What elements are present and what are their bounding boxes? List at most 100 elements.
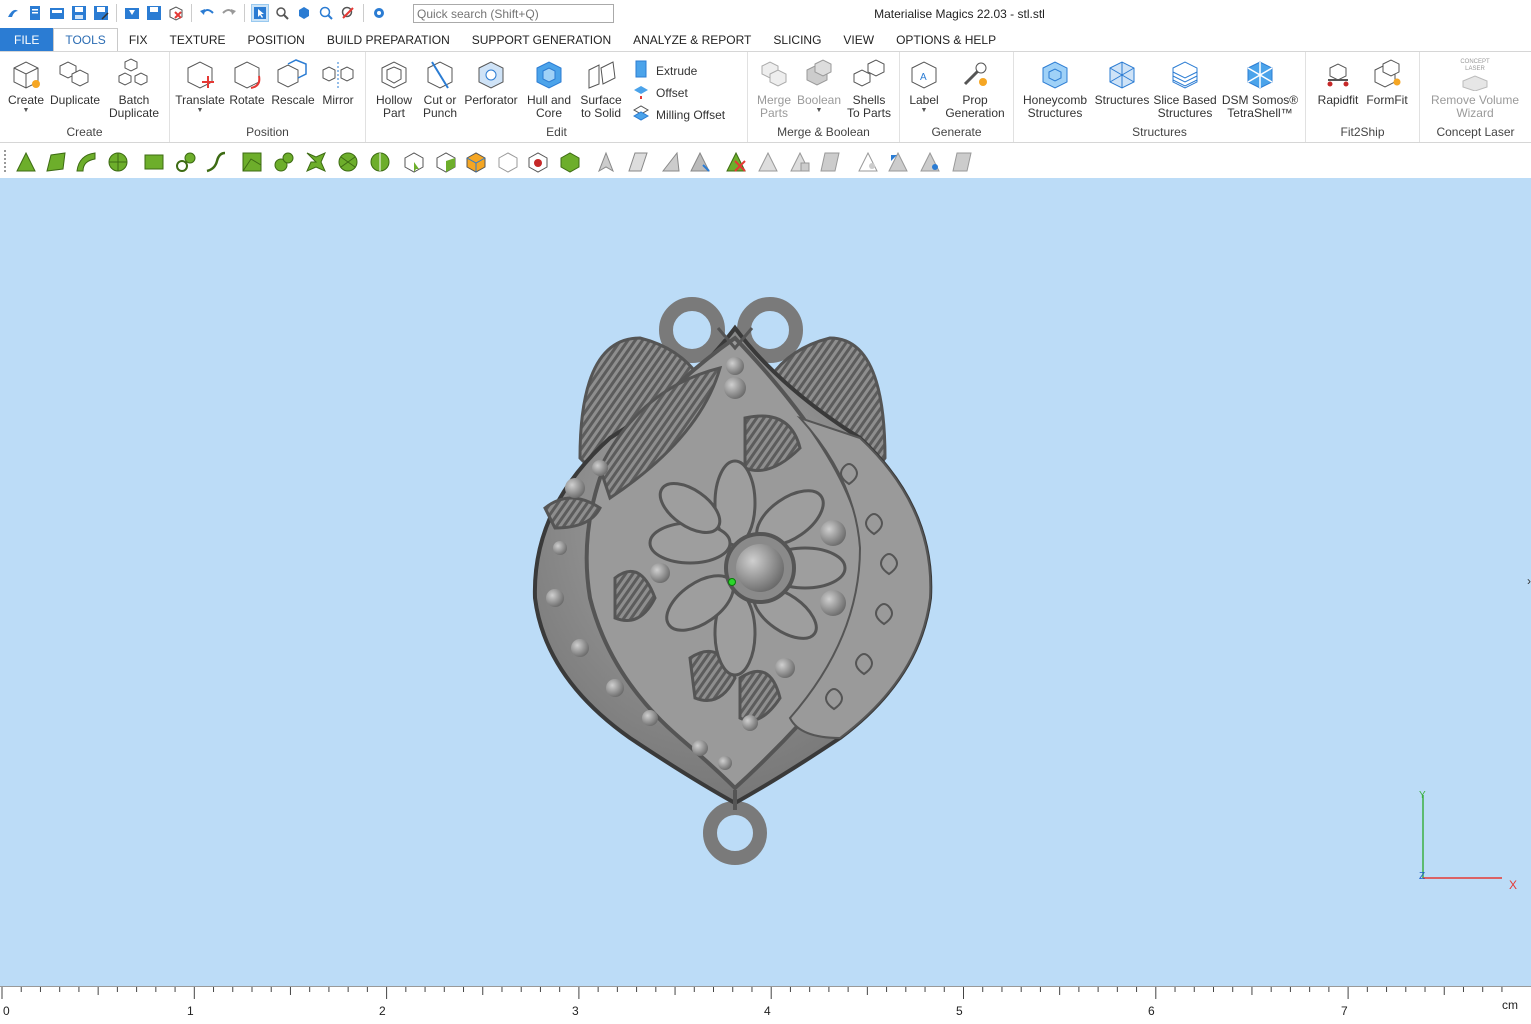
unmark-plane-icon[interactable] — [788, 150, 812, 174]
select-red-cube-icon[interactable] — [526, 150, 550, 174]
hull-and-core-button[interactable]: Hull and Core — [522, 56, 576, 120]
tetrashell-icon — [1242, 56, 1278, 94]
duplicate-icon — [57, 56, 93, 94]
mark-window-icon[interactable] — [142, 150, 166, 174]
toolbar-grip[interactable] — [4, 150, 7, 172]
ribbon-panel: Create ▼ Duplicate Batch Duplicate Creat… — [0, 51, 1531, 143]
mark-connected-icon[interactable] — [272, 150, 296, 174]
shells-to-parts-button[interactable]: Shells To Parts — [844, 56, 894, 120]
delete-support-icon[interactable] — [724, 150, 748, 174]
offset-button[interactable]: Offset — [632, 82, 688, 103]
ruler-label: 1 — [187, 1004, 194, 1018]
group-concept-laser: CONCEPT LASER Remove Volume Wizard Conce… — [1420, 52, 1531, 142]
invert-marking-icon[interactable] — [856, 150, 880, 174]
translate-button[interactable]: Translate ▼ — [175, 56, 225, 115]
honeycomb-structures-button[interactable]: Honeycomb Structures — [1022, 56, 1088, 120]
mark-all-icon[interactable] — [950, 150, 974, 174]
mark-surface-icon[interactable] — [74, 150, 98, 174]
axis-label-z: Z — [1419, 871, 1426, 882]
tab-file[interactable]: FILE — [0, 28, 54, 52]
prop-generation-button[interactable]: Prop Generation — [944, 56, 1006, 120]
rescale-button[interactable]: Rescale — [270, 56, 316, 107]
milling-offset-button[interactable]: Milling Offset — [632, 104, 725, 125]
dropdown-arrow-icon: ▼ — [815, 107, 823, 114]
support-point-icon[interactable] — [594, 150, 618, 174]
slice-based-structures-icon — [1167, 56, 1203, 94]
mark-curve-icon[interactable] — [204, 150, 228, 174]
tab-analyze-report[interactable]: ANALYZE & REPORT — [622, 28, 762, 52]
label-button[interactable]: A Label ▼ — [904, 56, 944, 115]
mark-area-icon[interactable] — [240, 150, 264, 174]
boolean-button[interactable]: Boolean ▼ — [796, 56, 842, 115]
axis-label-x: X — [1509, 878, 1518, 892]
ruler-label: 6 — [1148, 1004, 1155, 1018]
prop-generation-icon — [957, 56, 993, 94]
support-area-icon[interactable] — [658, 150, 682, 174]
support-tree-icon[interactable] — [688, 150, 712, 174]
group-structures: Honeycomb Structures Structures Slice Ba… — [1014, 52, 1306, 142]
boolean-icon — [801, 56, 837, 94]
formfit-button[interactable]: FormFit — [1364, 56, 1410, 107]
mark-contour-icon[interactable] — [174, 150, 198, 174]
mark-shell-icon[interactable] — [106, 150, 130, 174]
duplicate-button[interactable]: Duplicate — [48, 56, 102, 107]
mirror-button[interactable]: Mirror — [318, 56, 358, 107]
tab-options-help[interactable]: OPTIONS & HELP — [885, 28, 1007, 52]
title-bar: Materialise Magics 22.03 - stl.stl — [0, 0, 1531, 27]
group-label-fit2ship: Fit2Ship — [1340, 125, 1385, 139]
perforator-button[interactable]: Perforator — [464, 56, 518, 107]
group-label-generate: Generate — [931, 125, 982, 139]
slice-based-structures-button[interactable]: Slice Based Structures — [1152, 56, 1218, 120]
structures-icon — [1104, 56, 1140, 94]
mark-sphere-icon[interactable] — [336, 150, 360, 174]
cut-or-punch-button[interactable]: Cut or Punch — [418, 56, 462, 120]
extrude-button[interactable]: Extrude — [632, 60, 697, 81]
shrink-marking-icon[interactable] — [918, 150, 942, 174]
surface-to-solid-icon — [583, 56, 619, 94]
unmark-triangle-icon[interactable] — [756, 150, 780, 174]
3d-viewport[interactable]: Y X Z › — [0, 178, 1531, 986]
select-green-cube-icon[interactable] — [558, 150, 582, 174]
select-box-icon[interactable] — [434, 150, 458, 174]
dropdown-arrow-icon: ▼ — [22, 107, 30, 114]
mark-toolbar — [0, 144, 1531, 178]
pendant-model[interactable] — [0, 178, 1531, 986]
mark-plane-icon[interactable] — [44, 150, 68, 174]
tab-support-generation[interactable]: SUPPORT GENERATION — [461, 28, 622, 52]
select-gray-cube-icon[interactable] — [496, 150, 520, 174]
mark-multiple-icon[interactable] — [304, 150, 328, 174]
group-generate: A Label ▼ Prop Generation Generate — [900, 52, 1014, 142]
create-icon — [8, 56, 44, 94]
dsm-somos-tetrashell-button[interactable]: DSM Somos® TetraShell™ — [1220, 56, 1300, 120]
tab-build-preparation[interactable]: BUILD PREPARATION — [316, 28, 461, 52]
tab-view[interactable]: VIEW — [832, 28, 885, 52]
rotate-button[interactable]: Rotate — [226, 56, 268, 107]
structures-button[interactable]: Structures — [1094, 56, 1150, 107]
shells-to-parts-icon — [851, 56, 887, 94]
create-button[interactable]: Create ▼ — [6, 56, 46, 115]
remove-volume-wizard-button[interactable]: CONCEPT LASER Remove Volume Wizard — [1424, 56, 1526, 120]
rapidfit-button[interactable]: Rapidfit — [1314, 56, 1362, 107]
tab-tools[interactable]: TOOLS — [53, 28, 118, 52]
select-part-cube-icon[interactable] — [402, 150, 426, 174]
unmark-surface-icon[interactable] — [818, 150, 842, 174]
mark-triangle-icon[interactable] — [14, 150, 38, 174]
batch-duplicate-button[interactable]: Batch Duplicate — [106, 56, 162, 120]
select-orange-cube-icon[interactable] — [464, 150, 488, 174]
ruler: 0 1 2 3 4 5 6 7 cm — [0, 986, 1531, 1024]
hollow-part-button[interactable]: Hollow Part — [372, 56, 416, 120]
rotate-icon — [229, 56, 265, 94]
tab-position[interactable]: POSITION — [237, 28, 316, 52]
tab-fix[interactable]: FIX — [118, 28, 159, 52]
expand-marking-icon[interactable] — [886, 150, 910, 174]
surface-to-solid-button[interactable]: Surface to Solid — [576, 56, 626, 120]
merge-parts-button[interactable]: Merge Parts — [754, 56, 794, 120]
group-merge-boolean: Merge Parts Boolean ▼ Shells To Parts Me… — [748, 52, 900, 142]
mark-radial-icon[interactable] — [368, 150, 392, 174]
support-line-icon[interactable] — [626, 150, 650, 174]
tab-texture[interactable]: TEXTURE — [158, 28, 236, 52]
tab-slicing[interactable]: SLICING — [762, 28, 832, 52]
hollow-part-icon — [376, 56, 412, 94]
ruler-label: 2 — [379, 1004, 386, 1018]
resize-cursor-icon: › — [1527, 574, 1531, 588]
